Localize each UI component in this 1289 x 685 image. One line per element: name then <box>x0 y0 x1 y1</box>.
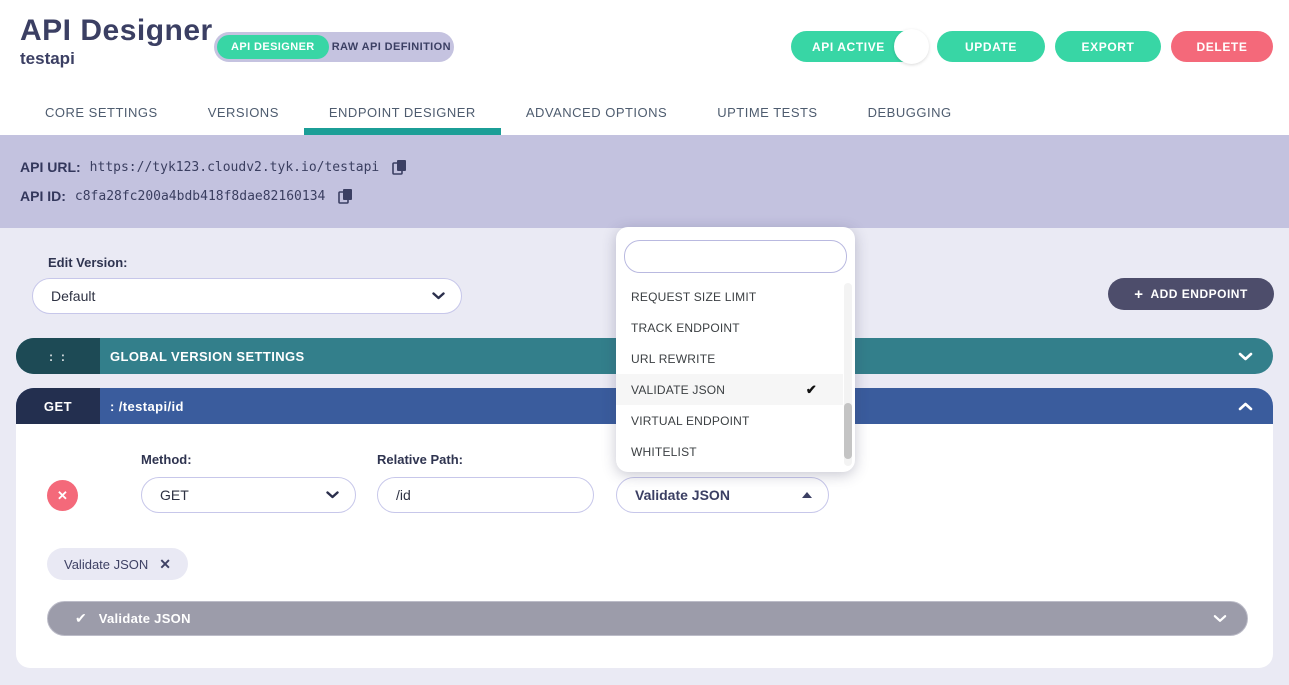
version-select[interactable]: Default <box>32 278 462 314</box>
api-active-toggle[interactable]: API ACTIVE <box>791 29 929 64</box>
method-select[interactable]: GET <box>141 477 356 513</box>
chevron-down-icon <box>326 491 339 499</box>
api-id-row: API ID: c8fa28fc200a4bdb418f8dae82160134 <box>20 188 1289 204</box>
mode-raw-api-definition[interactable]: RAW API DEFINITION <box>329 41 454 53</box>
edit-version-label: Edit Version: <box>48 255 128 270</box>
plugin-options-list: REQUEST SIZE LIMIT TRACK ENDPOINT URL RE… <box>616 281 843 467</box>
relative-path-input[interactable] <box>377 477 594 513</box>
plugin-search-input[interactable] <box>624 240 847 273</box>
plugin-option-label: URL REWRITE <box>631 351 716 366</box>
tab-core-settings[interactable]: CORE SETTINGS <box>20 90 183 135</box>
plugin-option-url-rewrite[interactable]: URL REWRITE <box>616 343 843 374</box>
relative-path-label: Relative Path: <box>377 452 463 467</box>
api-active-label: API ACTIVE <box>812 39 885 54</box>
plugin-option-label: VIRTUAL ENDPOINT <box>631 413 750 428</box>
chevron-down-icon[interactable] <box>1238 352 1253 361</box>
tab-versions[interactable]: VERSIONS <box>183 90 304 135</box>
app-header: API Designer testapi API DESIGNER RAW AP… <box>0 0 1289 90</box>
api-url-label: API URL: <box>20 159 81 175</box>
toggle-knob[interactable] <box>894 29 929 64</box>
add-endpoint-label: ADD ENDPOINT <box>1150 287 1248 301</box>
copy-icon[interactable] <box>338 188 353 204</box>
add-endpoint-button[interactable]: + ADD ENDPOINT <box>1108 278 1274 310</box>
mode-api-designer[interactable]: API DESIGNER <box>217 35 329 59</box>
update-button[interactable]: UPDATE <box>937 31 1045 62</box>
plus-icon: + <box>1134 285 1144 303</box>
api-id-label: API ID: <box>20 188 66 204</box>
plugins-select-value: Validate JSON <box>635 487 730 503</box>
api-info-band: API URL: https://tyk123.cloudv2.tyk.io/t… <box>0 135 1289 228</box>
plugin-panel-title: Validate JSON <box>98 611 191 626</box>
plugin-tag-label: Validate JSON <box>64 556 149 572</box>
designer-mode-toggle[interactable]: API DESIGNER RAW API DEFINITION <box>214 32 454 62</box>
api-url-value: https://tyk123.cloudv2.tyk.io/testapi <box>89 159 380 175</box>
plugin-option-whitelist[interactable]: WHITELIST <box>616 436 843 467</box>
plugin-option-virtual-endpoint[interactable]: VIRTUAL ENDPOINT <box>616 405 843 436</box>
check-icon: ✔ <box>805 381 817 397</box>
plugin-option-label: WHITELIST <box>631 444 697 459</box>
remove-endpoint-button[interactable]: ✕ <box>47 480 78 511</box>
dropdown-scrollbar-thumb[interactable] <box>844 403 852 459</box>
check-icon: ✔ <box>75 610 87 626</box>
api-name: testapi <box>20 49 75 68</box>
plugin-option-label: REQUEST SIZE LIMIT <box>631 289 757 304</box>
plugins-select[interactable]: Validate JSON <box>616 477 829 513</box>
nav-tabs: CORE SETTINGS VERSIONS ENDPOINT DESIGNER… <box>0 90 1289 135</box>
plugin-option-validate-json[interactable]: VALIDATE JSON ✔ <box>616 374 843 405</box>
version-select-value: Default <box>51 288 96 304</box>
chevron-up-icon[interactable] <box>1238 402 1253 411</box>
api-id-value: c8fa28fc200a4bdb418f8dae82160134 <box>74 188 326 204</box>
close-icon: ✕ <box>57 487 68 503</box>
drag-handle-icon[interactable]: : : <box>16 338 100 374</box>
plugin-option-label: TRACK ENDPOINT <box>631 320 740 335</box>
plugin-option-track-endpoint[interactable]: TRACK ENDPOINT <box>616 312 843 343</box>
tab-debugging[interactable]: DEBUGGING <box>843 90 977 135</box>
caret-up-icon <box>802 492 812 498</box>
remove-tag-icon[interactable]: ✕ <box>159 556 171 573</box>
delete-button[interactable]: DELETE <box>1171 31 1273 62</box>
chevron-down-icon <box>432 292 445 300</box>
method-label: Method: <box>141 452 192 467</box>
plugin-option-label: VALIDATE JSON <box>631 382 726 397</box>
validate-json-panel-bar[interactable]: ✔ Validate JSON <box>47 601 1248 636</box>
method-select-value: GET <box>160 487 189 503</box>
endpoint-method-badge: GET <box>16 388 100 424</box>
tab-advanced-options[interactable]: ADVANCED OPTIONS <box>501 90 692 135</box>
selected-plugin-tag: Validate JSON ✕ <box>47 548 189 580</box>
plugin-option-request-size-limit[interactable]: REQUEST SIZE LIMIT <box>616 281 843 312</box>
export-button[interactable]: EXPORT <box>1055 31 1161 62</box>
page-title: API Designer <box>20 14 213 47</box>
header-actions: API ACTIVE UPDATE EXPORT DELETE <box>791 29 1273 64</box>
logo: API Designer testapi <box>20 14 213 69</box>
plugins-dropdown: REQUEST SIZE LIMIT TRACK ENDPOINT URL RE… <box>616 227 855 472</box>
chevron-down-icon[interactable] <box>1213 614 1227 623</box>
copy-icon[interactable] <box>392 159 407 175</box>
api-url-row: API URL: https://tyk123.cloudv2.tyk.io/t… <box>20 159 1289 175</box>
tab-uptime-tests[interactable]: UPTIME TESTS <box>692 90 842 135</box>
tab-endpoint-designer[interactable]: ENDPOINT DESIGNER <box>303 90 501 135</box>
